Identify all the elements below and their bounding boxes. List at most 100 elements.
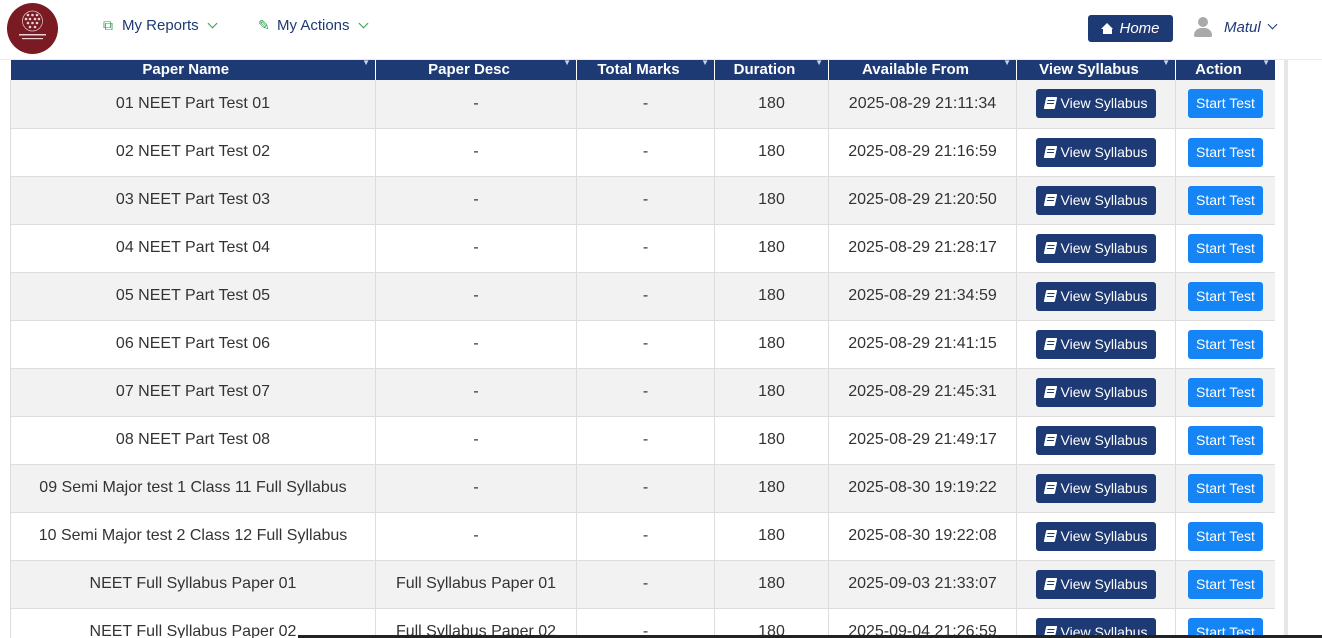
home-icon (1101, 23, 1114, 34)
view-syllabus-button[interactable]: View Syllabus (1035, 89, 1157, 119)
start-test-button[interactable]: Start Test (1188, 185, 1263, 215)
action-cell: Start Test (1175, 320, 1275, 369)
sort-icon[interactable]: ▼ (815, 59, 823, 67)
view-syllabus-cell: View Syllabus (1016, 128, 1176, 177)
paper-name-cell: NEET Full Syllabus Paper 02 (10, 608, 376, 638)
paper-desc-cell: - (375, 272, 577, 321)
duration-cell: 180 (714, 128, 829, 177)
available-from-cell: 2025-08-29 21:20:50 (828, 176, 1017, 225)
paper-desc-cell: - (375, 224, 577, 273)
start-test-button[interactable]: Start Test (1188, 473, 1263, 503)
paper-desc-cell: - (375, 176, 577, 225)
duration-cell: 180 (714, 464, 829, 513)
duration-cell: 180 (714, 368, 829, 417)
view-syllabus-button[interactable]: View Syllabus (1035, 137, 1157, 167)
chevron-down-icon (358, 18, 368, 28)
view-syllabus-button[interactable]: View Syllabus (1035, 473, 1157, 503)
view-syllabus-button[interactable]: View Syllabus (1035, 569, 1157, 599)
paper-name-cell: 09 Semi Major test 1 Class 11 Full Sylla… (10, 464, 376, 513)
duration-cell: 180 (714, 608, 829, 638)
total-marks-cell: - (576, 272, 715, 321)
view-syllabus-cell: View Syllabus (1016, 368, 1176, 417)
view-syllabus-button[interactable]: View Syllabus (1035, 233, 1157, 263)
total-marks-cell: - (576, 512, 715, 561)
book-icon (1043, 289, 1057, 302)
paper-name-cell: 08 NEET Part Test 08 (10, 416, 376, 465)
view-syllabus-button[interactable]: View Syllabus (1035, 281, 1157, 311)
papers-table-container: Paper Name▲▼ Paper Desc▼ Total Marks▼ Du… (10, 40, 1275, 638)
sort-icon[interactable]: ▼ (701, 59, 709, 67)
start-test-button[interactable]: Start Test (1188, 137, 1263, 167)
my-reports-menu[interactable]: ⧉ My Reports (103, 17, 218, 34)
total-marks-cell: - (576, 368, 715, 417)
duration-cell: 180 (714, 512, 829, 561)
view-syllabus-button[interactable]: View Syllabus (1035, 329, 1157, 359)
sort-icon[interactable]: ▼ (1003, 59, 1011, 67)
action-cell: Start Test (1175, 128, 1275, 177)
view-syllabus-cell: View Syllabus (1016, 608, 1176, 638)
duration-cell: 180 (714, 176, 829, 225)
table-row: 04 NEET Part Test 04- -180 2025-08-29 21:2… (10, 224, 1275, 273)
total-marks-cell: - (576, 80, 715, 129)
user-icon (1194, 17, 1212, 37)
start-test-button[interactable]: Start Test (1188, 89, 1263, 119)
duration-cell: 180 (714, 560, 829, 609)
home-button[interactable]: Home (1088, 15, 1173, 42)
action-cell: Start Test (1175, 80, 1275, 129)
start-test-button[interactable]: Start Test (1188, 233, 1263, 263)
action-cell: Start Test (1175, 512, 1275, 561)
paper-name-cell: 02 NEET Part Test 02 (10, 128, 376, 177)
available-from-cell: 2025-08-29 21:45:31 (828, 368, 1017, 417)
book-icon (1043, 145, 1057, 158)
table-row: 10 Semi Major test 2 Class 12 Full Sylla… (10, 512, 1275, 561)
available-from-cell: 2025-08-30 19:19:22 (828, 464, 1017, 513)
duration-cell: 180 (714, 416, 829, 465)
table-row: 07 NEET Part Test 07- -180 2025-08-29 21:4… (10, 368, 1275, 417)
available-from-cell: 2025-08-29 21:28:17 (828, 224, 1017, 273)
table-row: 01 NEET Part Test 01- -180 2025-08-29 21:1… (10, 80, 1275, 129)
user-menu[interactable]: Matul (1194, 15, 1278, 39)
total-marks-cell: - (576, 224, 715, 273)
my-actions-menu[interactable]: ✎ My Actions (258, 17, 368, 34)
view-syllabus-cell: View Syllabus (1016, 512, 1176, 561)
start-test-button[interactable]: Start Test (1188, 377, 1263, 407)
duration-cell: 180 (714, 272, 829, 321)
paper-name-cell: 07 NEET Part Test 07 (10, 368, 376, 417)
edit-icon: ✎ (258, 17, 270, 33)
start-test-button[interactable]: Start Test (1188, 281, 1263, 311)
view-syllabus-cell: View Syllabus (1016, 320, 1176, 369)
start-test-button[interactable]: Start Test (1188, 569, 1263, 599)
chevron-down-icon (207, 18, 218, 28)
sort-icon[interactable]: ▼ (1262, 59, 1270, 67)
total-marks-cell: - (576, 608, 715, 638)
paper-desc-cell: - (375, 320, 577, 369)
view-syllabus-button[interactable]: View Syllabus (1035, 425, 1157, 455)
institute-logo[interactable] (7, 3, 58, 54)
available-from-cell: 2025-08-29 21:49:17 (828, 416, 1017, 465)
action-cell: Start Test (1175, 272, 1275, 321)
view-syllabus-cell: View Syllabus (1016, 272, 1176, 321)
paper-desc-cell: - (375, 416, 577, 465)
table-row: 05 NEET Part Test 05- -180 2025-08-29 21:3… (10, 272, 1275, 321)
start-test-button[interactable]: Start Test (1188, 425, 1263, 455)
paper-name-cell: 01 NEET Part Test 01 (10, 80, 376, 129)
view-syllabus-button[interactable]: View Syllabus (1035, 185, 1157, 215)
scrollbar-track[interactable] (1284, 60, 1288, 638)
table-row: 09 Semi Major test 1 Class 11 Full Sylla… (10, 464, 1275, 513)
available-from-cell: 2025-08-29 21:11:34 (828, 80, 1017, 129)
total-marks-cell: - (576, 560, 715, 609)
start-test-button[interactable]: Start Test (1188, 521, 1263, 551)
duration-cell: 180 (714, 320, 829, 369)
top-navbar: ⧉ My Reports ✎ My Actions Home Matul (0, 0, 1322, 60)
view-syllabus-cell: View Syllabus (1016, 560, 1176, 609)
start-test-button[interactable]: Start Test (1188, 329, 1263, 359)
book-icon (1043, 433, 1057, 446)
paper-name-cell: NEET Full Syllabus Paper 01 (10, 560, 376, 609)
table-row: 02 NEET Part Test 02- -180 2025-08-29 21:1… (10, 128, 1275, 177)
view-syllabus-button[interactable]: View Syllabus (1035, 521, 1157, 551)
view-syllabus-button[interactable]: View Syllabus (1035, 377, 1157, 407)
view-syllabus-cell: View Syllabus (1016, 464, 1176, 513)
sort-icon[interactable]: ▼ (1162, 59, 1170, 67)
sort-icon[interactable]: ▼ (563, 59, 571, 67)
paper-name-cell: 10 Semi Major test 2 Class 12 Full Sylla… (10, 512, 376, 561)
